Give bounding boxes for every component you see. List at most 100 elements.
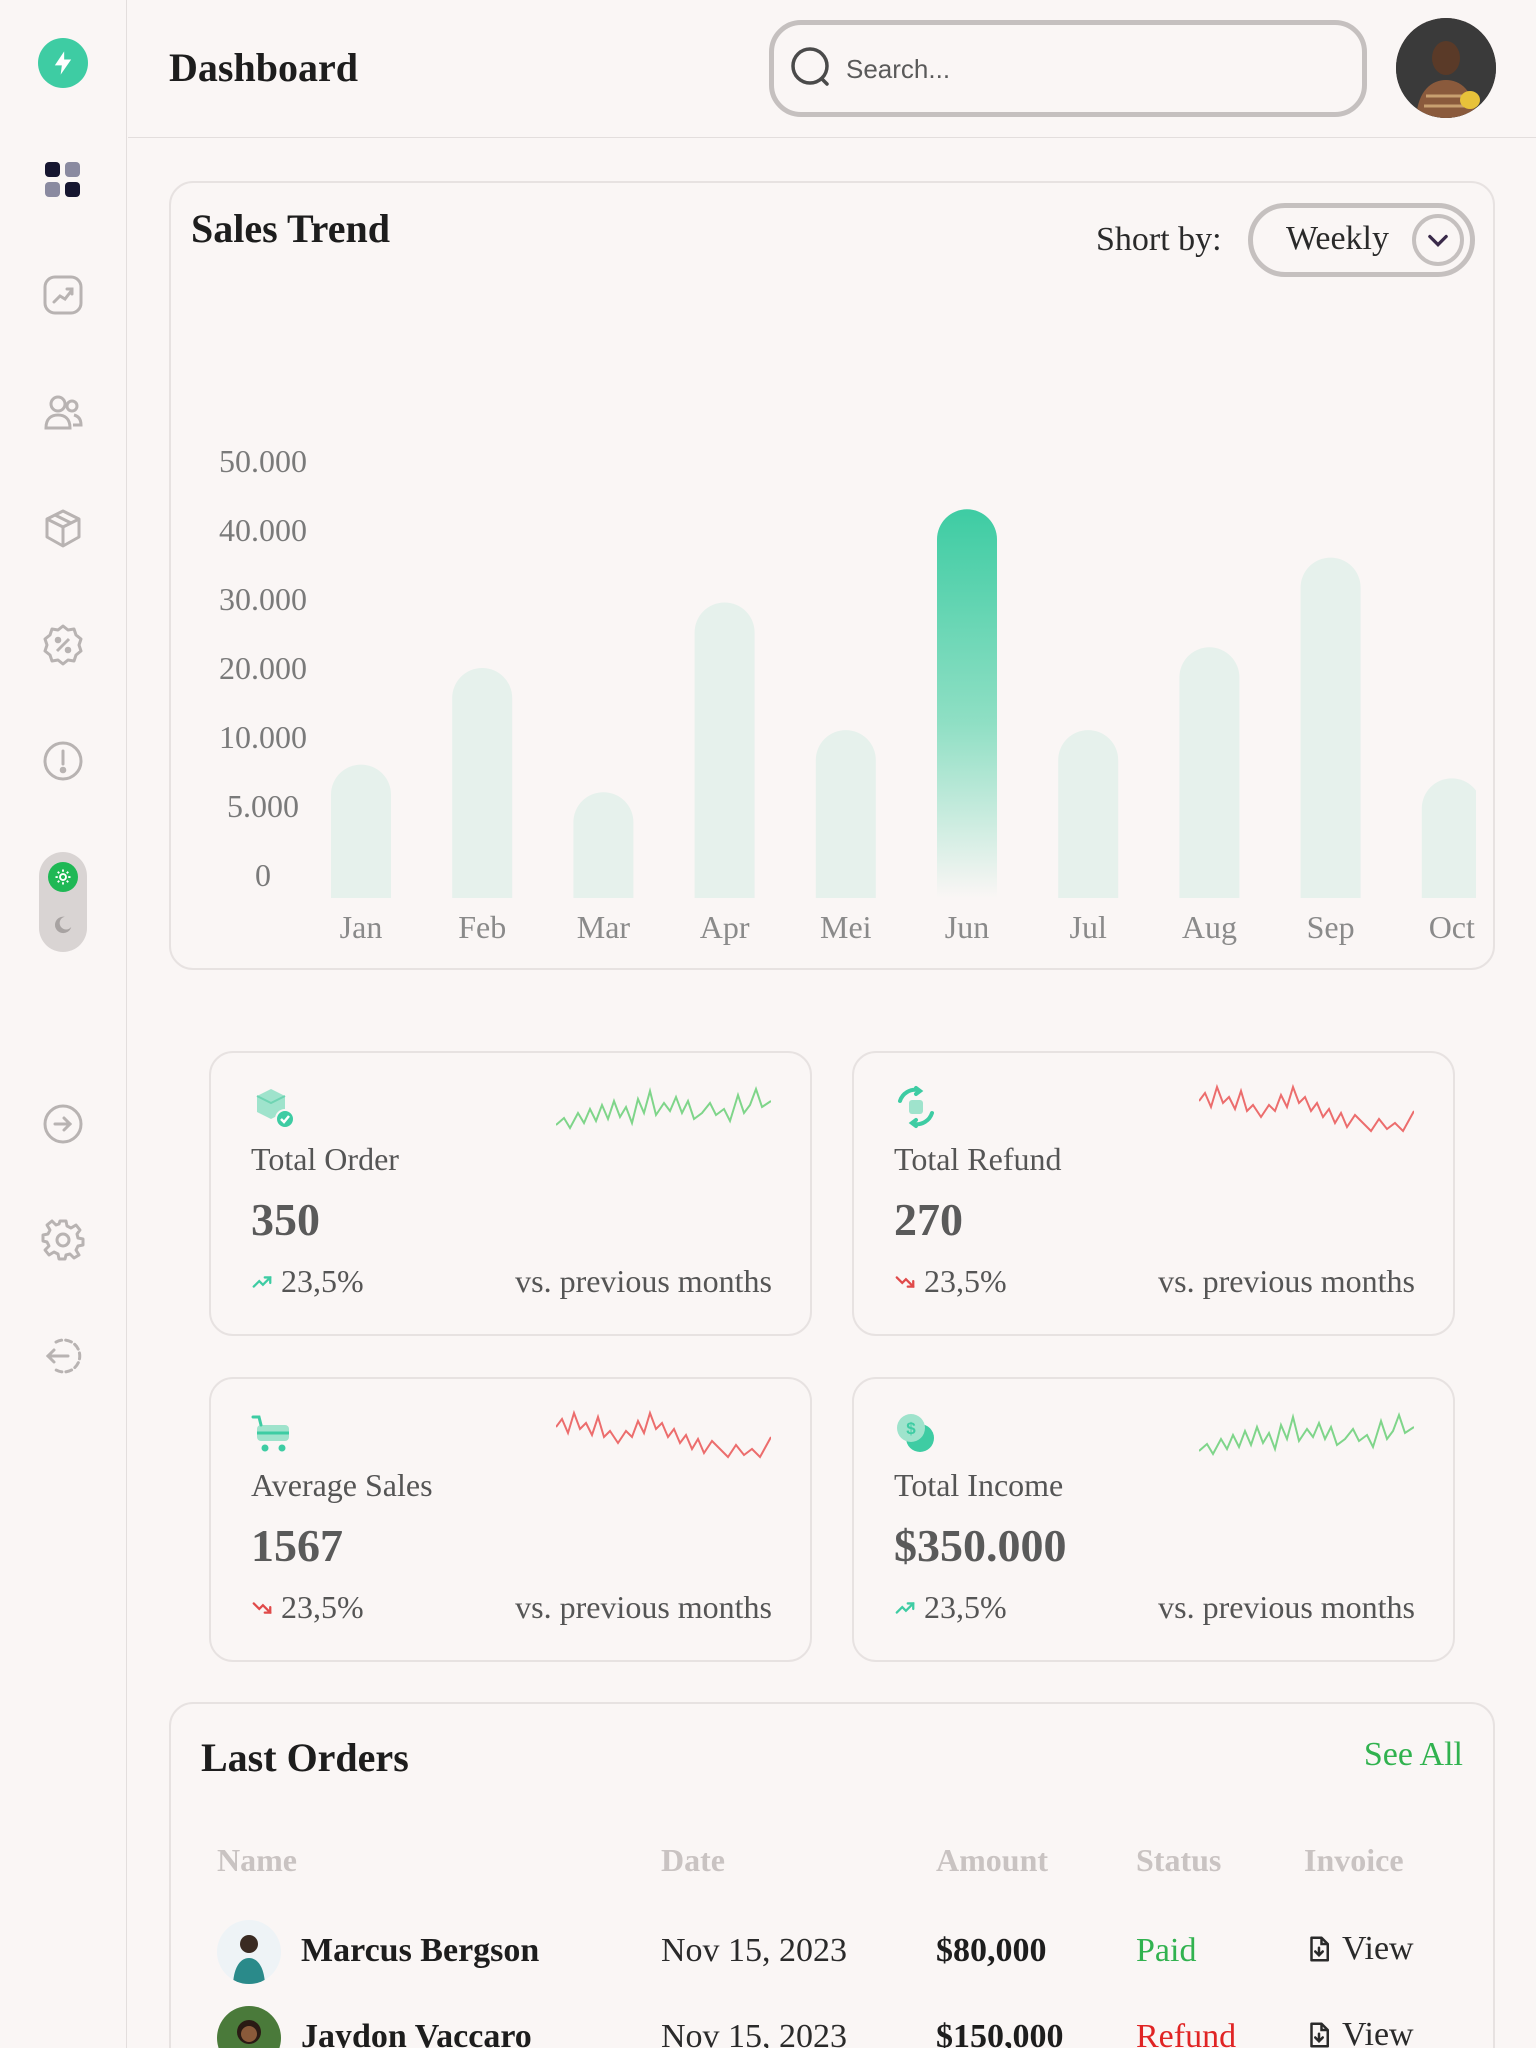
- x-tick-label: Aug: [1182, 909, 1237, 945]
- bar-mei[interactable]: [815, 730, 876, 898]
- sidebar-item-analytics[interactable]: [38, 270, 88, 320]
- order-date: Nov 15, 2023: [661, 1932, 848, 1969]
- gear-icon: [41, 1219, 85, 1261]
- stat-card-total-order: Total Order 350 23,5% vs. previous months: [209, 1051, 812, 1336]
- trend-up-icon: [252, 1275, 272, 1288]
- login-icon: [43, 1104, 83, 1144]
- bar-aug[interactable]: [1179, 647, 1240, 898]
- stat-change-value: 23,5%: [281, 1589, 364, 1625]
- bar-sep[interactable]: [1300, 557, 1361, 898]
- invoice-download-icon: [1310, 1936, 1329, 1962]
- stat-card-average-sales: Average Sales 1567 23,5% vs. previous month…: [209, 1377, 812, 1662]
- bar-jun[interactable]: [937, 509, 997, 898]
- order-date: Nov 15, 2023: [661, 2018, 848, 2048]
- sales-trend-card: Sales Trend Short by: Weekly 0 5.000 10.00…: [169, 181, 1495, 970]
- sparkline: [556, 1409, 771, 1459]
- moon-icon[interactable]: [48, 910, 78, 940]
- theme-toggle[interactable]: [39, 852, 87, 952]
- see-all-link[interactable]: See All: [1364, 1736, 1463, 1774]
- y-tick-label: 20.000: [219, 650, 307, 686]
- stat-value: 1567: [251, 1520, 343, 1571]
- trend-down-icon: [895, 1275, 915, 1288]
- user-avatar[interactable]: [1396, 18, 1496, 118]
- customer-avatar: [217, 2006, 281, 2048]
- sidebar-item-discounts[interactable]: [38, 620, 88, 670]
- x-tick-label: Apr: [700, 909, 750, 945]
- order-amount: $150,000: [936, 2018, 1064, 2048]
- column-header-invoice: Invoice: [1304, 1842, 1404, 1878]
- sidebar-item-customers[interactable]: [38, 388, 88, 438]
- column-header-name: Name: [217, 1842, 297, 1878]
- y-tick-label: 10.000: [219, 719, 307, 755]
- customer-avatar: [217, 1920, 281, 1984]
- trend-down-icon: [252, 1601, 272, 1614]
- coin-icon: $: [894, 1411, 938, 1455]
- invoice-download-icon: [1310, 2022, 1329, 2048]
- dashboard-grid-icon: [45, 162, 80, 197]
- stat-label: Total Refund: [894, 1141, 1062, 1177]
- stat-change-value: 23,5%: [281, 1263, 364, 1299]
- box-icon: [45, 509, 81, 548]
- y-tick-label: 5.000: [227, 788, 299, 824]
- logout-icon: [45, 1338, 82, 1374]
- sales-bar-chart: 0 5.000 10.000 20.000 30.000 40.000 50.000 Jan…: [219, 443, 1482, 945]
- table-row[interactable]: Jaydon Vaccaro Nov 15, 2023 $150,000 Ref…: [171, 1996, 1497, 2048]
- invoice-label: View: [1342, 2016, 1414, 2048]
- x-tick-label: Mei: [820, 909, 872, 945]
- alert-circle-icon: [43, 741, 83, 781]
- bar-feb[interactable]: [452, 668, 513, 898]
- y-tick-label: 30.000: [219, 581, 307, 617]
- order-amount: $80,000: [936, 1932, 1047, 1969]
- sun-icon[interactable]: [48, 862, 78, 892]
- trend-chart-icon: [43, 275, 83, 315]
- sidebar-item-settings[interactable]: [38, 1215, 88, 1265]
- logo[interactable]: [38, 38, 88, 88]
- lightning-icon: [54, 51, 72, 75]
- stat-compare: vs. previous months: [515, 1589, 772, 1625]
- column-header-amount: Amount: [936, 1842, 1049, 1878]
- sidebar: [0, 0, 127, 2048]
- table-row[interactable]: Marcus Bergson Nov 15, 2023 $80,000 Paid…: [171, 1910, 1497, 1996]
- y-tick-label: 50.000: [219, 443, 307, 479]
- stat-change: 23,5%: [251, 1263, 364, 1300]
- bar-jan[interactable]: [331, 764, 391, 898]
- invoice-label: View: [1342, 1930, 1414, 1967]
- stat-card-total-refund: Total Refund 270 23,5% vs. previous months: [852, 1051, 1455, 1336]
- sidebar-item-login[interactable]: [38, 1099, 88, 1149]
- users-icon: [44, 395, 83, 430]
- bar-apr[interactable]: [694, 602, 755, 898]
- stat-change: 23,5%: [894, 1589, 1007, 1626]
- y-tick-label: 0: [255, 857, 271, 893]
- top-header: Dashboard: [128, 0, 1536, 138]
- stat-label: Total Order: [251, 1141, 399, 1177]
- x-tick-label: Jul: [1070, 909, 1107, 945]
- search-input[interactable]: [846, 49, 1326, 89]
- stat-change-value: 23,5%: [924, 1263, 1007, 1299]
- trend-up-icon: [895, 1601, 915, 1614]
- cart-icon: [251, 1411, 295, 1455]
- search-box[interactable]: [769, 20, 1367, 117]
- sidebar-item-products[interactable]: [38, 504, 88, 554]
- sidebar-item-logout[interactable]: [38, 1331, 88, 1381]
- refund-cycle-icon: [894, 1085, 938, 1129]
- status-badge: Paid: [1136, 1932, 1197, 1969]
- bar-mar[interactable]: [573, 792, 634, 898]
- y-tick-label: 40.000: [219, 512, 307, 548]
- view-invoice-button[interactable]: View: [1304, 2016, 1414, 2048]
- sparkline: [556, 1086, 771, 1131]
- sparkline: [1199, 1412, 1414, 1457]
- bar-jul[interactable]: [1058, 730, 1119, 898]
- customer-name: Jaydon Vaccaro: [301, 2018, 532, 2048]
- bar-oct[interactable]: [1421, 778, 1482, 898]
- stat-value: 270: [894, 1194, 963, 1245]
- status-badge: Refund: [1136, 2018, 1237, 2048]
- x-tick-label: Oct: [1429, 909, 1475, 945]
- stat-compare: vs. previous months: [1158, 1263, 1415, 1299]
- sidebar-item-reports[interactable]: [38, 736, 88, 786]
- x-tick-label: Jan: [340, 909, 383, 945]
- x-tick-label: Mar: [577, 909, 631, 945]
- x-tick-label: Sep: [1307, 909, 1355, 945]
- sidebar-item-dashboard[interactable]: [38, 155, 88, 205]
- view-invoice-button[interactable]: View: [1304, 1930, 1414, 1968]
- sparkline: [1199, 1083, 1414, 1133]
